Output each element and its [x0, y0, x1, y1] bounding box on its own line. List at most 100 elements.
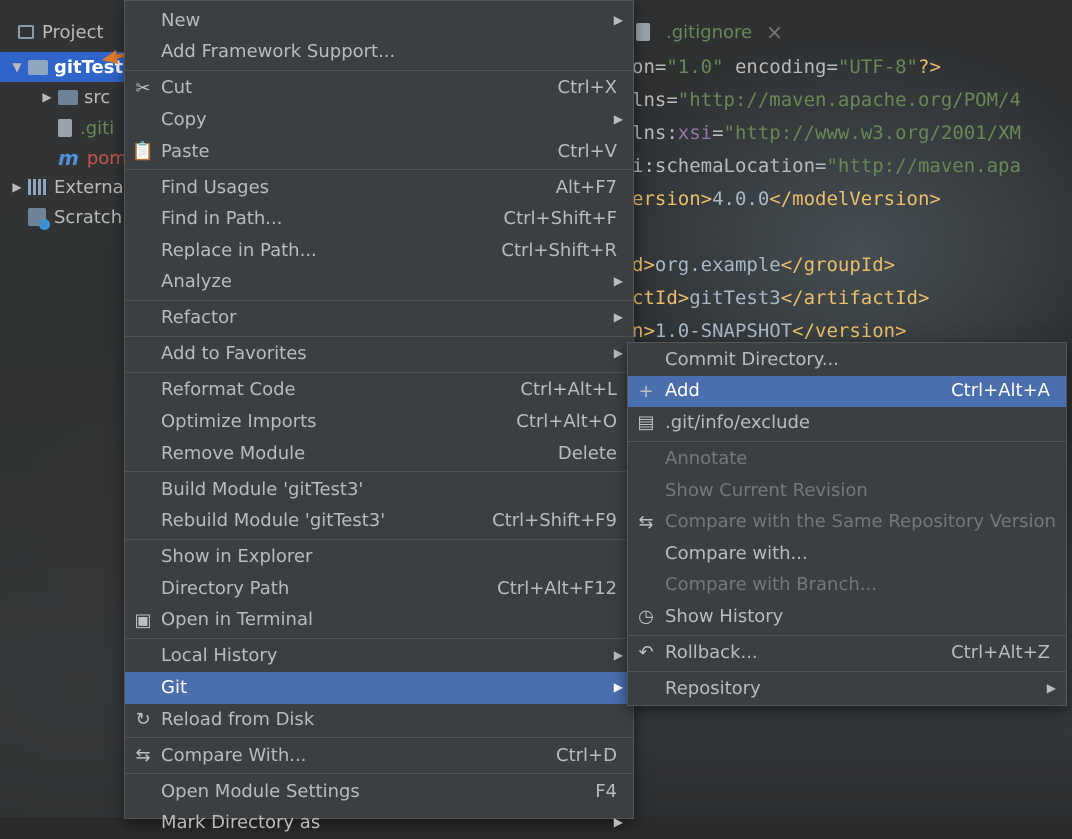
- menu-item-label: Compare With...: [161, 744, 307, 766]
- tree-item-pom[interactable]: m pom: [0, 143, 127, 173]
- code-line: lns:xsi="http://www.w3.org/2001/XM: [632, 122, 1021, 144]
- editor-tab-gitignore[interactable]: .gitignore ×: [636, 16, 783, 48]
- menu-item-add-framework-support[interactable]: Add Framework Support...: [125, 37, 633, 69]
- menu-separator: [125, 336, 633, 338]
- menu-item-shortcut: Ctrl+D: [556, 744, 617, 766]
- menu-item-label: Local History: [161, 645, 278, 667]
- menu-item-label: Build Module 'gitTest3': [161, 478, 364, 500]
- menu-item-label: Copy: [161, 108, 207, 130]
- menu-item-compare-with[interactable]: Compare with...: [628, 538, 1066, 570]
- collapse-arrow-icon[interactable]: ▶: [6, 180, 28, 194]
- tree-item-label: Externa: [54, 176, 124, 198]
- scissors-icon: ✂: [135, 77, 151, 99]
- menu-item-open-in-terminal[interactable]: ▣ Open in Terminal: [125, 605, 633, 637]
- menu-item-show-in-explorer[interactable]: Show in Explorer: [125, 541, 633, 573]
- submenu-arrow-icon: ▶: [613, 648, 623, 663]
- collapse-arrow-icon[interactable]: ▶: [36, 90, 58, 104]
- menu-item-rebuild-module-gittest3[interactable]: Rebuild Module 'gitTest3' Ctrl+Shift+F9: [125, 505, 633, 537]
- menu-item-open-module-settings[interactable]: Open Module Settings F4: [125, 776, 633, 808]
- menu-item-label: Open in Terminal: [161, 609, 313, 631]
- submenu-arrow-icon: ▶: [613, 815, 623, 830]
- context-menu: New ▶ Add Framework Support... ✂ Cut Ctrl+X Co…: [124, 0, 634, 833]
- menu-item-new[interactable]: New ▶: [125, 5, 633, 37]
- menu-item-paste[interactable]: 📋 Paste Ctrl+V: [125, 136, 633, 168]
- submenu-arrow-icon: ▶: [1046, 680, 1056, 695]
- menu-item-label: Find in Path...: [161, 208, 283, 230]
- menu-item-show-current-revision: Show Current Revision: [628, 475, 1066, 507]
- menu-separator: [628, 634, 1066, 636]
- menu-item-find-usages[interactable]: Find Usages Alt+F7: [125, 172, 633, 204]
- code-line: ersion>4.0.0</modelVersion>: [632, 188, 941, 210]
- menu-item-analyze[interactable]: Analyze ▶: [125, 267, 633, 299]
- menu-item-label: Reload from Disk: [161, 708, 315, 730]
- submenu-arrow-icon: ▶: [613, 111, 623, 126]
- menu-item-shortcut: Ctrl+Shift+F9: [492, 510, 617, 532]
- menu-item-rollback[interactable]: ↶ Rollback... Ctrl+Alt+Z: [628, 637, 1066, 669]
- tree-item-externa[interactable]: ▶ Externa: [0, 172, 124, 202]
- menu-item-label: Rebuild Module 'gitTest3': [161, 510, 386, 532]
- menu-item-label: Repository: [665, 677, 761, 699]
- menu-item-show-history[interactable]: ◷ Show History: [628, 601, 1066, 633]
- menu-item-reformat-code[interactable]: Reformat Code Ctrl+Alt+L: [125, 375, 633, 407]
- menu-item-replace-in-path[interactable]: Replace in Path... Ctrl+Shift+R: [125, 235, 633, 267]
- menu-item-copy[interactable]: Copy ▶: [125, 104, 633, 136]
- compare-icon: ⇆: [135, 745, 151, 767]
- menu-item-compare-with[interactable]: ⇆ Compare With... Ctrl+D: [125, 740, 633, 772]
- menu-item-label: Show Current Revision: [665, 479, 868, 501]
- menu-item-directory-path[interactable]: Directory Path Ctrl+Alt+F12: [125, 573, 633, 605]
- menu-item-build-module-gittest3[interactable]: Build Module 'gitTest3': [125, 474, 633, 506]
- menu-item-find-in-path[interactable]: Find in Path... Ctrl+Shift+F: [125, 203, 633, 235]
- git-submenu: Commit Directory... + Add Ctrl+Alt+A ▤ .git/i…: [627, 342, 1067, 706]
- menu-item-cut[interactable]: ✂ Cut Ctrl+X: [125, 73, 633, 105]
- undo-icon: ↶: [638, 642, 654, 664]
- clock-icon: ◷: [638, 606, 654, 628]
- menu-item-repository[interactable]: Repository ▶: [628, 673, 1066, 705]
- editor-tab-label: .gitignore: [666, 21, 753, 43]
- maven-icon: m: [58, 146, 79, 170]
- terminal-icon: ▣: [134, 609, 152, 631]
- menu-item-reload-from-disk[interactable]: ↻ Reload from Disk: [125, 704, 633, 736]
- menu-item-label: Commit Directory...: [665, 348, 839, 370]
- expand-arrow-icon[interactable]: ▼: [6, 60, 28, 74]
- submenu-arrow-icon: ▶: [613, 346, 623, 361]
- menu-item-label: Mark Directory as: [161, 812, 321, 834]
- menu-separator: [628, 440, 1066, 442]
- code-line: ctId>gitTest3</artifactId>: [632, 287, 930, 309]
- menu-item-optimize-imports[interactable]: Optimize Imports Ctrl+Alt+O: [125, 406, 633, 438]
- menu-item-local-history[interactable]: Local History ▶: [125, 641, 633, 673]
- menu-item-label: New: [161, 9, 201, 31]
- menu-separator: [125, 169, 633, 171]
- menu-item-label: Paste: [161, 140, 210, 162]
- menu-item-commit-directory[interactable]: Commit Directory...: [628, 344, 1066, 376]
- menu-item-label: Annotate: [665, 447, 748, 469]
- menu-item-label: Add to Favorites: [161, 343, 307, 365]
- menu-separator: [125, 300, 633, 302]
- code-line: i:schemaLocation="http://maven.apa: [632, 155, 1021, 177]
- menu-separator: [628, 670, 1066, 672]
- folder-icon: [58, 89, 78, 105]
- menu-item-git[interactable]: Git ▶: [125, 672, 633, 704]
- close-icon[interactable]: ×: [766, 20, 783, 44]
- tree-item-label: Scratch: [54, 206, 123, 228]
- menu-item-mark-directory-as[interactable]: Mark Directory as ▶: [125, 807, 633, 839]
- code-line: n>1.0-SNAPSHOT</version>: [632, 320, 907, 342]
- menu-item-label: Replace in Path...: [161, 239, 317, 261]
- menu-item-shortcut: Ctrl+Alt+A: [951, 380, 1050, 402]
- menu-item-shortcut: Ctrl+Alt+Z: [951, 641, 1050, 663]
- tree-item-scratch[interactable]: Scratch: [0, 202, 122, 232]
- tree-item-giti[interactable]: .giti: [0, 113, 114, 143]
- menu-item-add[interactable]: + Add Ctrl+Alt+A: [628, 375, 1066, 408]
- reload-icon: ↻: [135, 709, 151, 731]
- menu-item-shortcut: Alt+F7: [555, 176, 617, 198]
- menu-separator: [125, 737, 633, 739]
- tree-item-src[interactable]: ▶ src: [0, 82, 110, 112]
- menu-item-git-info-exclude[interactable]: ▤ .git/info/exclude: [628, 407, 1066, 439]
- menu-item-shortcut: F4: [595, 780, 617, 802]
- menu-item-refactor[interactable]: Refactor ▶: [125, 303, 633, 335]
- plus-icon: +: [638, 380, 654, 402]
- menu-item-add-to-favorites[interactable]: Add to Favorites ▶: [125, 339, 633, 371]
- menu-item-shortcut: Delete: [557, 442, 617, 464]
- menu-item-compare-with-the-same-repository-version: ⇆ Compare with the Same Repository Versio…: [628, 506, 1066, 538]
- tree-item-label: pom: [86, 147, 127, 169]
- menu-item-remove-module[interactable]: Remove Module Delete: [125, 438, 633, 470]
